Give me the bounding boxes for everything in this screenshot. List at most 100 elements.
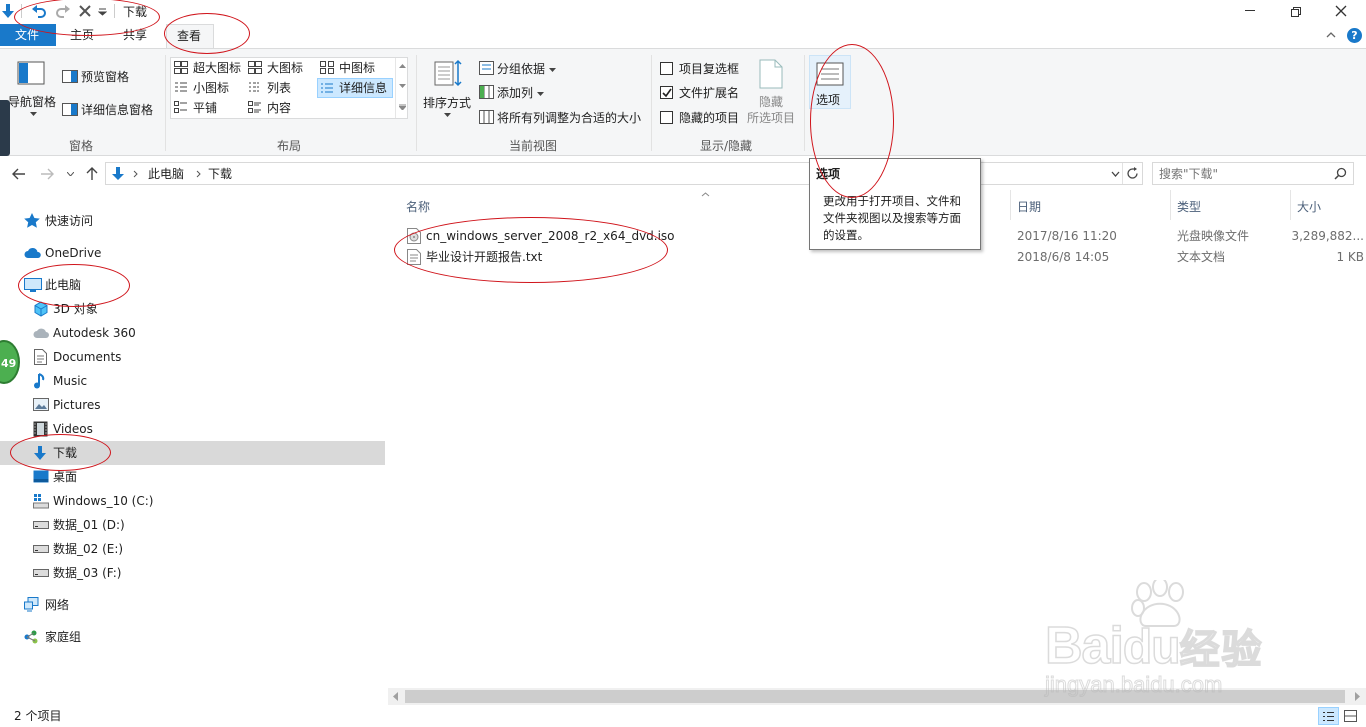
file-type: 光盘映像文件	[1177, 229, 1250, 243]
layout-details[interactable]: 详细信息	[317, 78, 393, 98]
panes-group-title: 窗格	[69, 139, 94, 153]
layout-list[interactable]: 列表	[247, 79, 317, 97]
nav-autodesk-360[interactable]: Autodesk 360	[0, 322, 385, 344]
nav-homegroup[interactable]: 家庭组	[0, 626, 385, 648]
address-bar[interactable]: 此电脑 下载	[105, 162, 1143, 185]
column-header-type[interactable]: 类型	[1171, 196, 1291, 218]
sort-icon	[434, 59, 462, 87]
layout-content[interactable]: 内容	[247, 99, 317, 117]
quick-access-download-icon	[2, 4, 14, 18]
nav-drive-d[interactable]: 数据_01 (D:)	[0, 514, 385, 536]
add-columns-button[interactable]: 添加列	[476, 83, 552, 103]
annotation-ellipse	[164, 13, 250, 54]
nav-drive-e[interactable]: 数据_02 (E:)	[0, 538, 385, 560]
layout-medium-icons[interactable]: 中图标	[319, 59, 395, 77]
search-icon[interactable]	[1334, 167, 1347, 180]
file-explorer-window: { "window": {"title": "下载"}, "ribbon_tab…	[0, 0, 1366, 727]
large-icons-view-toggle[interactable]	[1341, 707, 1362, 725]
cloud-icon	[24, 247, 41, 258]
hidden-items-checkbox[interactable]	[660, 111, 673, 124]
column-header-date[interactable]: 日期	[1011, 196, 1171, 218]
sort-by-button[interactable]: 排序方式	[420, 55, 474, 127]
breadcrumb-downloads[interactable]: 下载	[208, 167, 232, 181]
up-icon[interactable]	[86, 167, 98, 181]
nav-quick-access[interactable]: 快速访问	[0, 210, 385, 232]
gallery-more-icon[interactable]	[399, 104, 406, 110]
scroll-down-icon[interactable]	[399, 84, 406, 88]
nav-drive-f[interactable]: 数据_03 (F:)	[0, 562, 385, 584]
recent-locations-icon[interactable]	[67, 172, 74, 176]
layout-tiles[interactable]: 平铺	[173, 99, 247, 117]
annotation-ellipse	[810, 44, 894, 198]
file-extensions-checkbox[interactable]	[660, 86, 673, 99]
search-input[interactable]	[1159, 165, 1329, 182]
details-view-toggle[interactable]	[1318, 707, 1339, 725]
layout-group-title: 布局	[277, 139, 302, 153]
small-icons-icon	[175, 82, 187, 92]
scroll-up-icon[interactable]	[399, 64, 406, 68]
document-icon	[34, 349, 47, 365]
group-divider	[165, 55, 166, 151]
layout-small-icons[interactable]: 小图标	[173, 79, 247, 97]
tiles-icon	[174, 101, 187, 113]
breadcrumb-chevron-icon[interactable]	[133, 170, 138, 178]
star-icon	[24, 213, 40, 228]
network-icon	[24, 597, 39, 612]
extra-large-icons-icon	[174, 61, 188, 74]
add-columns-icon	[479, 85, 494, 99]
refresh-icon[interactable]	[1126, 167, 1139, 180]
item-checkboxes-checkbox[interactable]	[660, 62, 673, 75]
file-size: 3,289,882...	[1291, 229, 1364, 243]
address-dropdown-icon[interactable]	[1111, 171, 1120, 177]
nav-music[interactable]: Music	[0, 370, 385, 392]
file-extensions-toggle[interactable]: 文件扩展名	[656, 83, 746, 103]
layout-extra-large-icons[interactable]: 超大图标	[173, 59, 247, 77]
address-row: 此电脑 下载	[0, 158, 1366, 190]
side-handle	[0, 100, 10, 156]
nav-onedrive[interactable]: OneDrive	[0, 242, 385, 264]
forward-icon[interactable]	[40, 168, 54, 180]
layout-large-icons[interactable]: 大图标	[247, 59, 317, 77]
gallery-scroll[interactable]	[395, 58, 408, 118]
breadcrumb-chevron-icon[interactable]	[196, 170, 201, 178]
nav-network[interactable]: 网络	[0, 594, 385, 616]
nav-pictures[interactable]: Pictures	[0, 394, 385, 416]
restore-button[interactable]	[1276, 0, 1318, 22]
scroll-right-icon[interactable]	[1354, 692, 1360, 701]
file-type: 文本文档	[1177, 250, 1226, 264]
details-pane-icon	[62, 103, 78, 116]
list-icon	[249, 82, 259, 92]
nav-documents[interactable]: Documents	[0, 346, 385, 368]
scroll-left-icon[interactable]	[393, 692, 399, 701]
nav-pane-button[interactable]: 导航窗格	[6, 57, 58, 127]
help-icon[interactable]: ?	[1347, 28, 1362, 43]
annotation-ellipse	[394, 217, 668, 283]
chevron-down-icon	[30, 112, 37, 116]
ribbon-body: 导航窗格 预览窗格 详细信息窗格 窗格 超大图标 大图标 中图标 小图标 列表	[0, 48, 1366, 156]
minimize-button[interactable]	[1230, 0, 1272, 22]
group-divider	[804, 55, 805, 151]
collapse-ribbon-icon[interactable]	[1326, 31, 1336, 38]
watermark-url: jingyan.baidu.com	[1044, 672, 1223, 698]
group-by-button[interactable]: 分组依据	[476, 59, 562, 79]
watermark-logo: Baidu经验 jingyan.baidu.com	[1044, 580, 1295, 700]
chevron-down-icon	[537, 92, 544, 96]
item-checkboxes-toggle[interactable]: 项目复选框	[656, 59, 746, 79]
annotation-ellipse	[10, 434, 111, 471]
chevron-down-icon	[549, 68, 556, 72]
chevron-down-icon	[444, 113, 451, 117]
size-all-columns-button[interactable]: 将所有列调整为合适的大小	[476, 108, 646, 128]
hidden-items-toggle[interactable]: 隐藏的项目	[656, 108, 746, 128]
breadcrumb-this-pc[interactable]: 此电脑	[148, 167, 184, 181]
details-view-icon	[1323, 712, 1334, 721]
details-pane-button[interactable]: 详细信息窗格	[60, 100, 160, 120]
details-view-icon	[321, 83, 333, 93]
nav-drive-c[interactable]: Windows_10 (C:)	[0, 490, 385, 512]
close-button[interactable]	[1335, 5, 1347, 17]
back-icon[interactable]	[12, 168, 26, 180]
hide-selected-items-button[interactable]: 隐藏 所选项目	[744, 55, 800, 129]
preview-pane-button[interactable]: 预览窗格	[60, 67, 150, 87]
preview-pane-icon	[62, 70, 78, 83]
search-box[interactable]	[1152, 162, 1354, 185]
column-header-size[interactable]: 大小	[1291, 196, 1366, 218]
